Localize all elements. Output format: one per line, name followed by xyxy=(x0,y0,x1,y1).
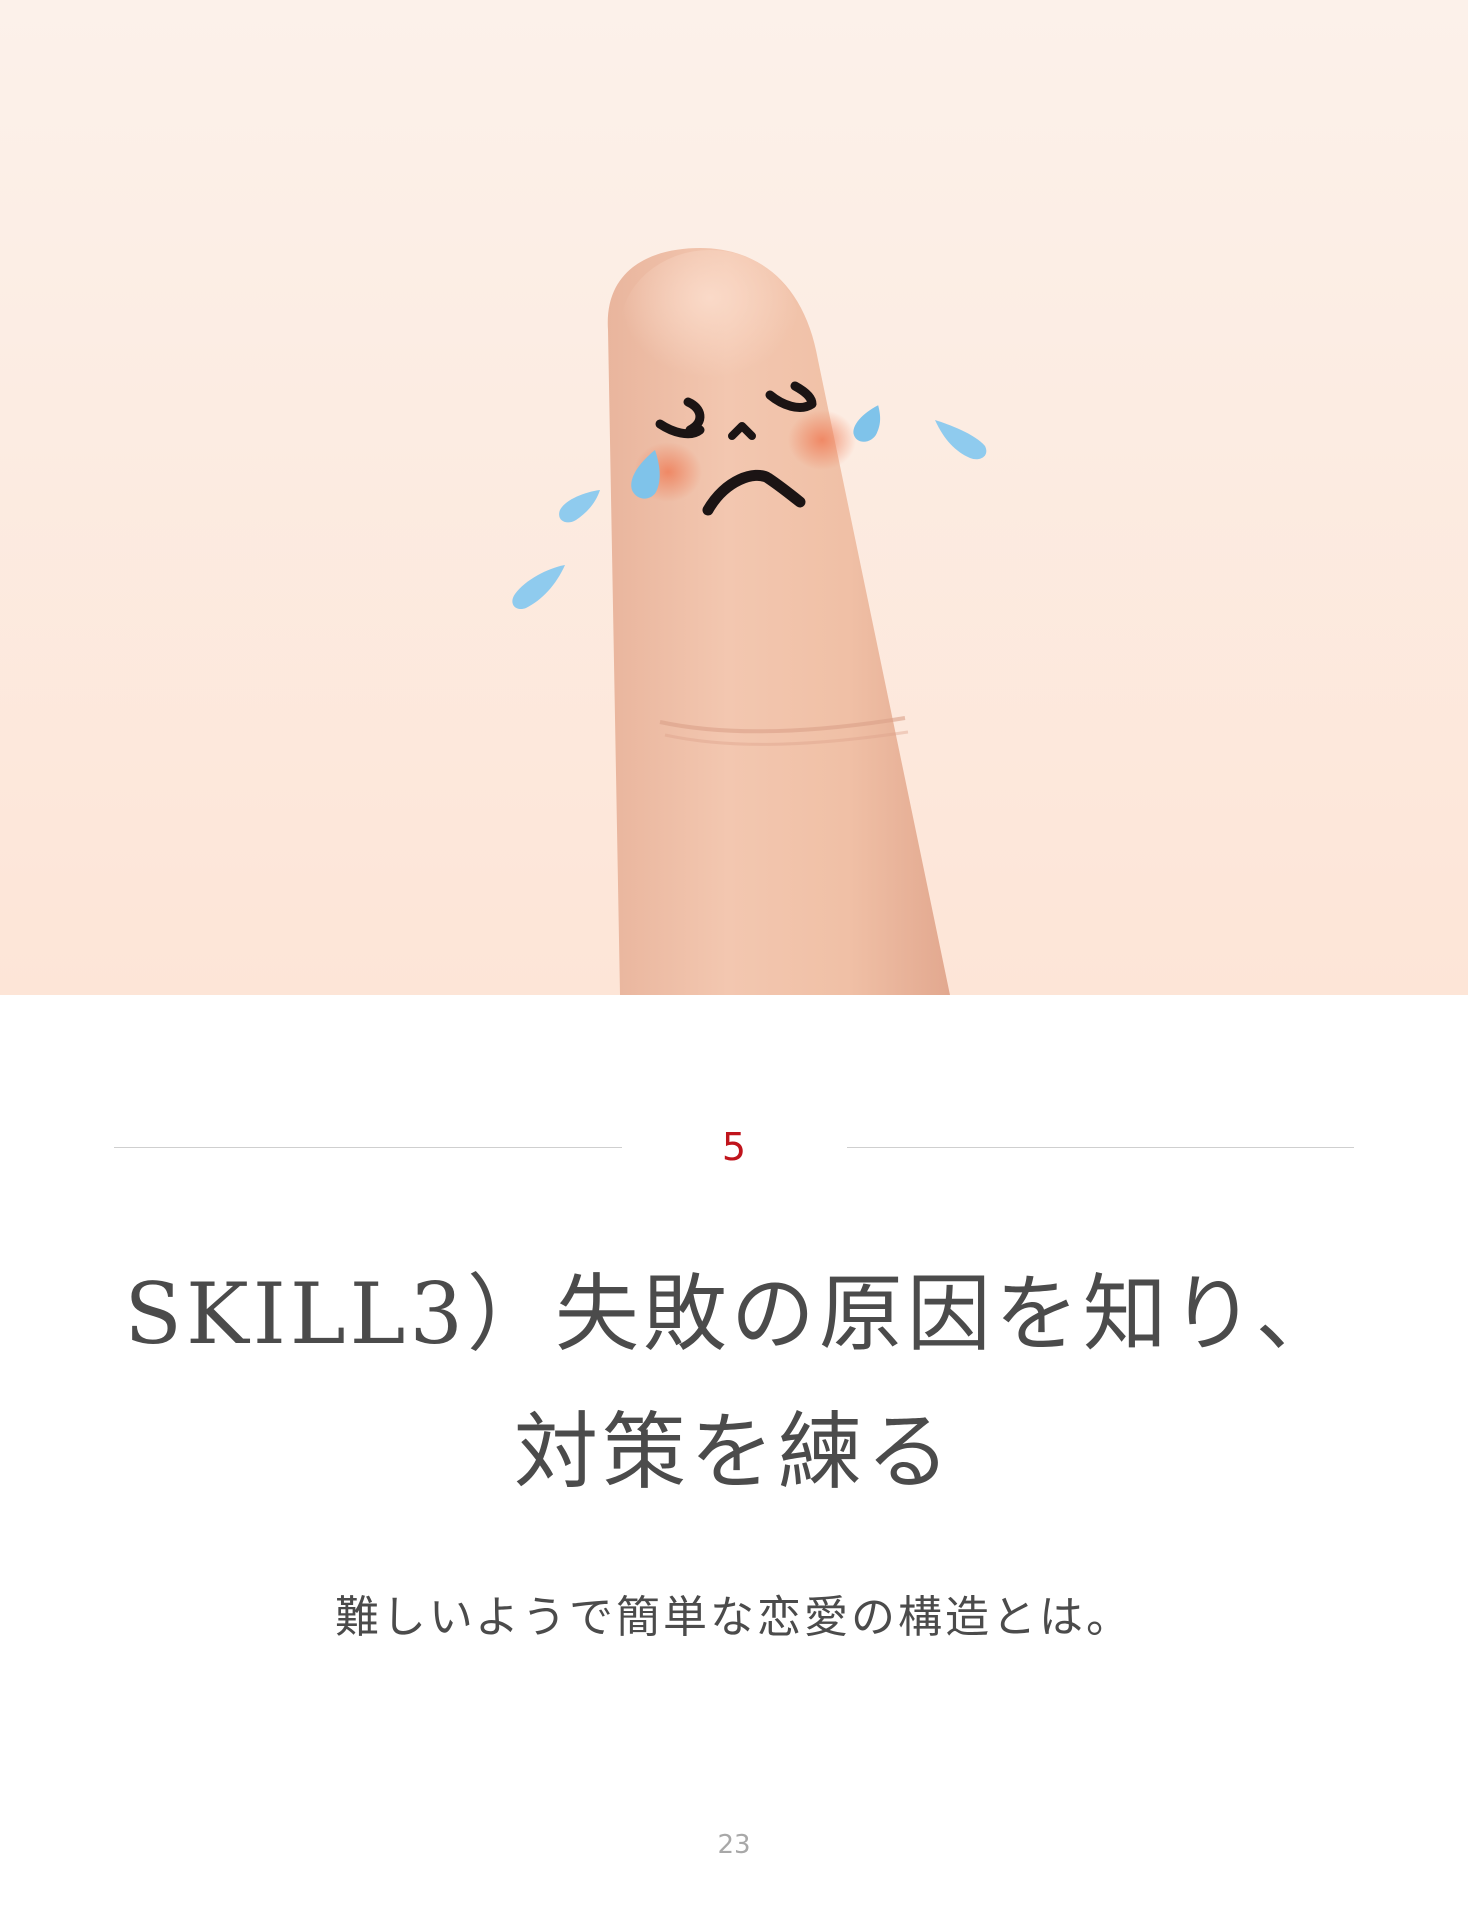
chapter-number: 5 xyxy=(721,1125,747,1169)
divider-rule-right xyxy=(847,1147,1354,1148)
chapter-subtitle: 難しいようで簡単な恋愛の構造とは。 xyxy=(334,1592,1134,1643)
crying-finger-illustration xyxy=(0,0,1468,995)
hero-illustration xyxy=(0,0,1468,995)
blush-right xyxy=(788,410,856,470)
chapter-title-line-1: SKILL3）失敗の原因を知り、 xyxy=(124,1265,1344,1363)
page-number: 23 xyxy=(717,1830,751,1860)
finger-highlight xyxy=(620,250,800,410)
divider-rule-left xyxy=(114,1147,622,1148)
chapter-divider: 5 xyxy=(114,1120,1354,1180)
chapter-title-line-2: 対策を練る xyxy=(513,1403,954,1501)
chapter-title: SKILL3）失敗の原因を知り、 対策を練る xyxy=(80,1245,1388,1521)
